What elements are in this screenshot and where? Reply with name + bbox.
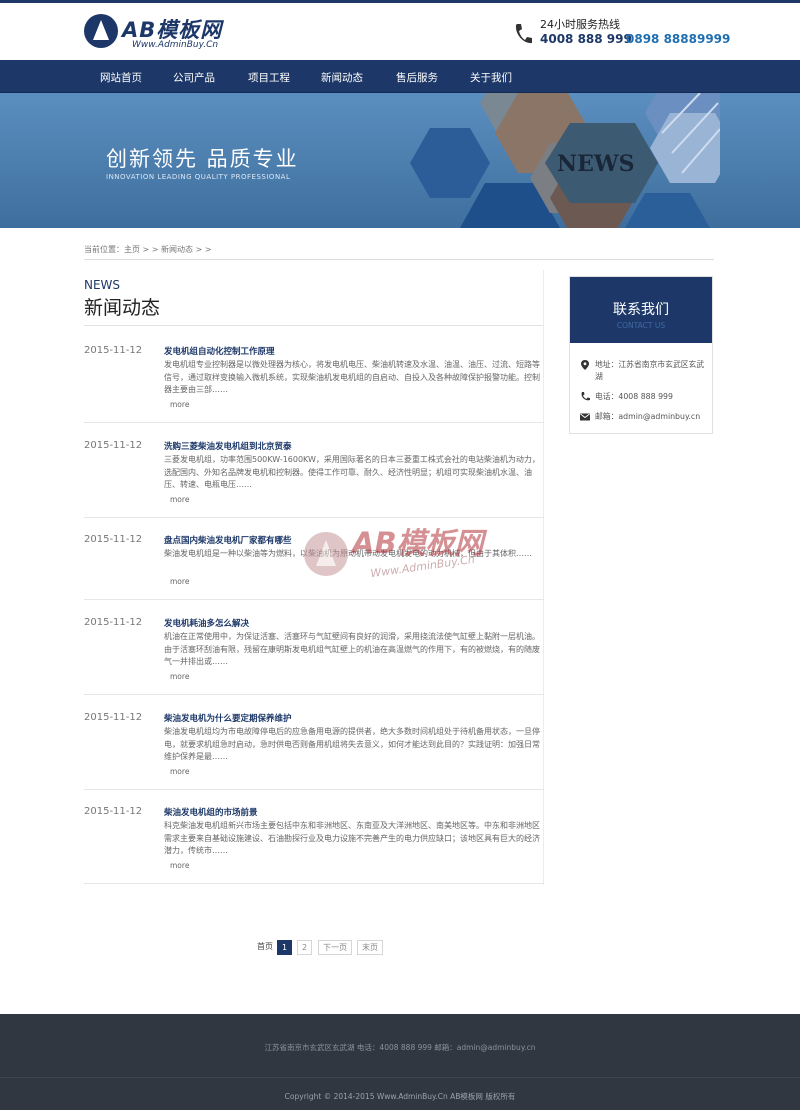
contact-subtitle: CONTACT US (616, 321, 666, 330)
news-date: 2015-11-12 (84, 534, 143, 545)
news-summary: 发电机组专业控制器是以微处理器为核心，将发电机电压、柴油机转速及水温、油温、油压… (164, 360, 540, 395)
breadcrumb[interactable]: 当前位置：主页 > > 新闻动态 > > (84, 244, 212, 255)
pager-page-1[interactable]: 1 (277, 940, 292, 955)
banner-news-badge: NEWS (557, 151, 634, 177)
hotline-number-secondary: 0898 88889999 (626, 32, 731, 46)
news-separator (84, 883, 544, 884)
news-date: 2015-11-12 (84, 806, 143, 817)
logo-url: Www.AdminBuy.Cn (132, 40, 219, 50)
news-more-link[interactable]: more (170, 861, 189, 870)
news-date: 2015-11-12 (84, 617, 143, 628)
footer-divider (0, 1077, 800, 1078)
mail-icon (580, 413, 590, 421)
nav-item-news[interactable]: 新闻动态 (321, 70, 363, 85)
banner-title: 创新领先 品质专业 (106, 147, 299, 171)
news-summary: 机油在正常使用中，为保证活塞、活塞环与气缸壁间有良好的润滑，采用挠流法使气缸壁上… (164, 632, 540, 667)
news-more-link[interactable]: more (170, 495, 189, 504)
nav-item-service[interactable]: 售后服务 (396, 70, 438, 85)
pager-last[interactable]: 末页 (357, 940, 383, 955)
news-title-link[interactable]: 发电机组自动化控制工作原理 (164, 345, 275, 357)
news-separator (84, 789, 544, 790)
news-summary: 科克柴油发电机组新兴市场主要包括中东和非洲地区、东南亚及大洋洲地区、南美地区等。… (164, 821, 540, 856)
contact-panel: 联系我们 CONTACT US 地址：江苏省南京市玄武区玄武湖 电话：4008 … (569, 276, 713, 434)
news-title-link[interactable]: 柴油发电机组的市场前景 (164, 806, 258, 818)
news-title-link[interactable]: 发电机耗油多怎么解决 (164, 617, 249, 629)
news-separator (84, 422, 544, 423)
banner-hexagon-art: NEWS (410, 93, 720, 228)
breadcrumb-divider (84, 259, 714, 260)
pager-first[interactable]: 首页 (255, 940, 275, 955)
phone-icon (515, 24, 532, 44)
hotline-block: 24小时服务热线 4008 888 999 0898 88889999 (512, 16, 732, 52)
site-logo[interactable]: AB模板网 Www.AdminBuy.Cn (84, 14, 234, 52)
news-date: 2015-11-12 (84, 345, 143, 356)
site-header: AB模板网 Www.AdminBuy.Cn 24小时服务热线 4008 888 … (0, 3, 800, 60)
news-separator (84, 694, 544, 695)
nav-item-home[interactable]: 网站首页 (100, 70, 142, 85)
news-separator (84, 517, 544, 518)
news-more-link[interactable]: more (170, 577, 189, 586)
nav-item-products[interactable]: 公司产品 (173, 70, 215, 85)
pager-next[interactable]: 下一页 (318, 940, 352, 955)
nav-item-projects[interactable]: 项目工程 (248, 70, 290, 85)
hotline-number-primary: 4008 888 999 (540, 32, 632, 46)
section-heading-en: NEWS (84, 278, 121, 292)
heading-divider (84, 325, 544, 326)
news-summary: 柴油发电机组均为市电故障停电后的应急备用电源的提供者，绝大多数时间机组处于待机备… (164, 727, 540, 762)
contact-email-text[interactable]: 邮箱：admin@adminbuy.cn (595, 411, 707, 423)
footer-contact-info: 江苏省南京市玄武区玄武湖 电话：4008 888 999 邮箱：admin@ad… (264, 1043, 536, 1052)
pager-page-2[interactable]: 2 (297, 940, 312, 955)
watermark-logo-icon (304, 532, 348, 576)
phone-icon (581, 392, 590, 401)
nav-item-about[interactable]: 关于我们 (470, 70, 512, 85)
main-nav: 网站首页 公司产品 项目工程 新闻动态 售后服务 关于我们 (0, 60, 800, 93)
news-summary: 三菱发电机组，功率范围500KW-1600KW，采用国际著名的日本三菱重工株式会… (164, 455, 540, 490)
banner-subtitle: INNOVATION LEADING QUALITY PROFESSIONAL (106, 173, 291, 181)
site-watermark: AB模板网 Www.AdminBuy.Cn (300, 520, 530, 590)
news-separator (84, 599, 544, 600)
contact-title: 联系我们 (613, 302, 669, 318)
contact-header: 联系我们 CONTACT US (570, 277, 712, 343)
page-banner: 创新领先 品质专业 INNOVATION LEADING QUALITY PRO… (0, 93, 800, 228)
news-more-link[interactable]: more (170, 672, 189, 681)
news-title-link[interactable]: 洗购三菱柴油发电机组到北京贸泰 (164, 440, 292, 452)
footer-copyright: Copyright © 2014-2015 Www.AdminBuy.Cn AB… (284, 1092, 516, 1101)
location-pin-icon (581, 360, 589, 370)
news-more-link[interactable]: more (170, 400, 189, 409)
news-date: 2015-11-12 (84, 712, 143, 723)
news-title-link[interactable]: 柴油发电机为什么要定期保养维护 (164, 712, 292, 724)
news-title-link[interactable]: 盘点国内柴油发电机厂家都有哪些 (164, 534, 292, 546)
page-title: 新闻动态 (84, 297, 161, 319)
news-date: 2015-11-12 (84, 440, 143, 451)
site-footer: 江苏省南京市玄武区玄武湖 电话：4008 888 999 邮箱：admin@ad… (0, 1014, 800, 1110)
content-frame (543, 270, 555, 885)
hotline-label: 24小时服务热线 (540, 18, 620, 31)
logo-mark-icon (84, 14, 118, 48)
news-more-link[interactable]: more (170, 767, 189, 776)
contact-address-text: 地址：江苏省南京市玄武区玄武湖 (595, 360, 705, 381)
contact-phone-text: 电话：4008 888 999 (595, 392, 673, 401)
